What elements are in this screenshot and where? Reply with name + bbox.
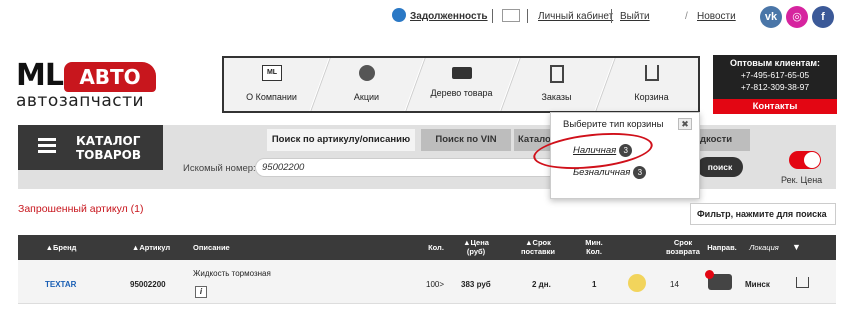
wholesale-phone-2: +7-812-309-38-97 bbox=[740, 82, 810, 92]
cell-qty: 100> bbox=[426, 280, 445, 289]
clipboard-icon bbox=[550, 65, 564, 83]
main-nav: ML О Компании Акции Дерево товара Заказы… bbox=[222, 56, 700, 113]
top-bar: Задолженность Личный кабинет Выйти / Нов… bbox=[0, 0, 853, 36]
cell-article: 95002200 bbox=[130, 280, 166, 289]
rec-price-toggle[interactable] bbox=[789, 151, 821, 169]
info-icon[interactable]: i bbox=[195, 286, 207, 298]
col-direction: Направ. bbox=[707, 243, 737, 252]
debt-icon bbox=[392, 8, 406, 22]
search-button[interactable]: поиск bbox=[697, 157, 743, 177]
debt-link[interactable]: Задолженность bbox=[410, 11, 488, 22]
tab-article-search[interactable]: Поиск по артикулу/описанию bbox=[267, 129, 415, 151]
vk-icon[interactable]: vk bbox=[760, 6, 782, 28]
requested-article-text: Запрошенный артикул (1) bbox=[18, 203, 144, 215]
site-logo[interactable]: ML АВТО автозапчасти bbox=[16, 58, 156, 111]
nav-item-sales[interactable]: Акции bbox=[319, 58, 414, 111]
nav-item-cart[interactable]: Корзина bbox=[604, 58, 699, 111]
cell-description: Жидкость тормозная bbox=[193, 269, 271, 278]
chevron-down-icon[interactable]: ▼ bbox=[792, 242, 801, 252]
logo-ml-text: ML bbox=[16, 58, 64, 93]
cell-delivery: 2 дн. bbox=[532, 280, 551, 289]
sale-icon bbox=[359, 65, 375, 81]
clock-icon bbox=[705, 270, 714, 279]
wholesale-box: Оптовым клиентам: +7-495-617-65-05 +7-81… bbox=[713, 55, 837, 114]
nav-item-orders[interactable]: Заказы bbox=[509, 58, 604, 111]
cell-price: 383 руб bbox=[461, 280, 491, 289]
col-qty: Кол. bbox=[428, 243, 444, 252]
cell-return: 14 bbox=[670, 280, 679, 289]
sun-icon bbox=[628, 274, 646, 292]
close-icon[interactable]: ✖ bbox=[678, 118, 692, 130]
nav-item-company[interactable]: ML О Компании bbox=[224, 58, 319, 111]
add-to-cart-icon[interactable] bbox=[796, 277, 809, 288]
col-return: Срок возврата bbox=[666, 238, 700, 256]
menu-icon bbox=[38, 138, 56, 153]
wholesale-phone-1: +7-495-617-65-05 bbox=[740, 70, 810, 80]
search-label: Искомый номер: bbox=[183, 163, 256, 174]
contacts-button[interactable]: Контакты bbox=[713, 99, 837, 114]
col-price[interactable]: ▲Цена (руб) bbox=[456, 238, 496, 256]
col-min-qty: Мин. Кол. bbox=[585, 238, 603, 256]
col-article[interactable]: ▲Артикул bbox=[126, 243, 176, 252]
cell-brand[interactable]: TEXTAR bbox=[45, 280, 76, 289]
mail-icon[interactable] bbox=[502, 9, 520, 22]
news-link[interactable]: Новости bbox=[697, 11, 736, 22]
truck-icon bbox=[452, 67, 472, 79]
wholesale-title: Оптовым клиентам: bbox=[730, 58, 820, 68]
nav-item-tree[interactable]: Дерево товара bbox=[414, 58, 509, 111]
instagram-icon[interactable]: ◎ bbox=[786, 6, 808, 28]
table-header: ▲Бренд ▲Артикул Описание Кол. ▲Цена (руб… bbox=[18, 235, 836, 260]
popup-header: Выберите тип корзины bbox=[563, 119, 664, 130]
filter-input[interactable]: Фильтр, нажмите для поиска bbox=[690, 203, 836, 225]
catalog-button[interactable]: КАТАЛОГ ТОВАРОВ bbox=[18, 125, 163, 170]
logo-avto-text: АВТО bbox=[64, 62, 156, 92]
cell-min-qty: 1 bbox=[592, 280, 597, 289]
col-brand[interactable]: ▲Бренд bbox=[36, 243, 86, 252]
table-row: TEXTAR 95002200 Жидкость тормозная i 100… bbox=[18, 260, 836, 304]
cabinet-link[interactable]: Личный кабинет bbox=[538, 11, 613, 22]
exit-link[interactable]: Выйти bbox=[620, 11, 650, 22]
logo-subtitle: автозапчасти bbox=[16, 91, 145, 111]
col-location[interactable]: Локация bbox=[744, 243, 784, 252]
facebook-icon[interactable]: f bbox=[812, 6, 834, 28]
tab-vin-search[interactable]: Поиск по VIN bbox=[421, 129, 511, 151]
rec-price-label: Рек. Цена bbox=[781, 175, 823, 185]
col-description: Описание bbox=[193, 243, 230, 252]
cell-location: Минск bbox=[745, 280, 770, 289]
cart-icon bbox=[645, 65, 659, 81]
tab-liquids[interactable]: дкости bbox=[700, 129, 750, 151]
col-delivery[interactable]: ▲Срок поставки bbox=[515, 238, 561, 256]
slash-separator: / bbox=[685, 11, 688, 22]
ml-icon: ML bbox=[262, 65, 282, 81]
